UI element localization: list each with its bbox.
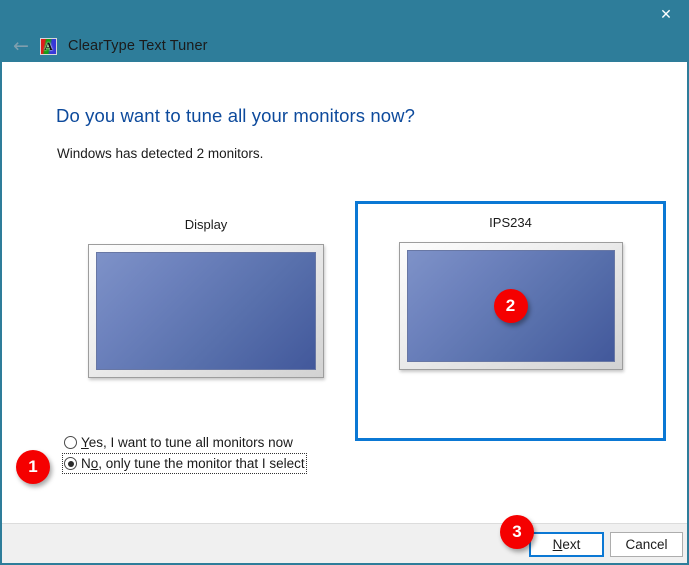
titlebar: ✕ ← A ClearType Text Tuner (0, 0, 689, 62)
annotation-badge-3: 3 (500, 515, 534, 549)
cleartype-text-tuner-window: ✕ ← A ClearType Text Tuner Do you want t… (0, 0, 689, 565)
back-button[interactable]: ← (4, 33, 38, 59)
radio-option-all-monitors[interactable]: Yes, I want to tune all monitors now (62, 432, 295, 453)
next-mnemonic: N (552, 537, 563, 552)
page-title: Do you want to tune all your monitors no… (56, 105, 415, 126)
app-icon-letter: A (44, 39, 53, 53)
monitor-label: Display (184, 217, 228, 232)
radio-indicator (64, 436, 77, 449)
cancel-button[interactable]: Cancel (610, 532, 683, 557)
close-button[interactable]: ✕ (643, 0, 689, 30)
annotation-badge-1: 1 (16, 450, 50, 484)
close-icon: ✕ (660, 7, 672, 23)
titlebar-nav-row: ← A ClearType Text Tuner (0, 31, 689, 61)
monitor-screen (96, 252, 316, 370)
monitor-label: IPS234 (489, 215, 532, 230)
radio-label-text: es, I want to tune all monitors now (88, 435, 293, 450)
cleartype-a-icon: A (40, 37, 57, 55)
next-button[interactable]: Next (529, 532, 604, 557)
page-subtext: Windows has detected 2 monitors. (57, 146, 264, 161)
next-label-text: ext (562, 537, 581, 552)
footer-bar: Next Cancel (2, 523, 687, 563)
cancel-label: Cancel (625, 537, 668, 552)
radio-indicator (64, 457, 77, 470)
radio-label-pre: N (81, 456, 91, 471)
tune-scope-radio-group: Yes, I want to tune all monitors now No,… (62, 432, 362, 474)
client-area: Do you want to tune all your monitors no… (2, 62, 687, 563)
next-label: Next (553, 537, 581, 552)
radio-option-selected-monitor[interactable]: No, only tune the monitor that I select (62, 453, 307, 474)
radio-option-label: Yes, I want to tune all monitors now (81, 435, 293, 450)
monitor-card-ips234[interactable]: IPS234 2 (355, 201, 666, 441)
back-arrow-icon: ← (13, 34, 29, 57)
monitor-screen: 2 (406, 250, 615, 362)
annotation-badge-2: 2 (493, 289, 528, 323)
monitor-card-display[interactable]: Display (68, 204, 344, 432)
radio-mnemonic: Y (81, 435, 89, 450)
monitor-bezel (88, 244, 324, 378)
radio-option-label: No, only tune the monitor that I select (81, 456, 305, 471)
monitor-bezel: 2 (398, 242, 623, 370)
monitor-chooser: Display IPS234 2 (2, 198, 687, 448)
radio-label-text: , only tune the monitor that I select (98, 456, 305, 471)
window-title: ClearType Text Tuner (68, 38, 208, 54)
